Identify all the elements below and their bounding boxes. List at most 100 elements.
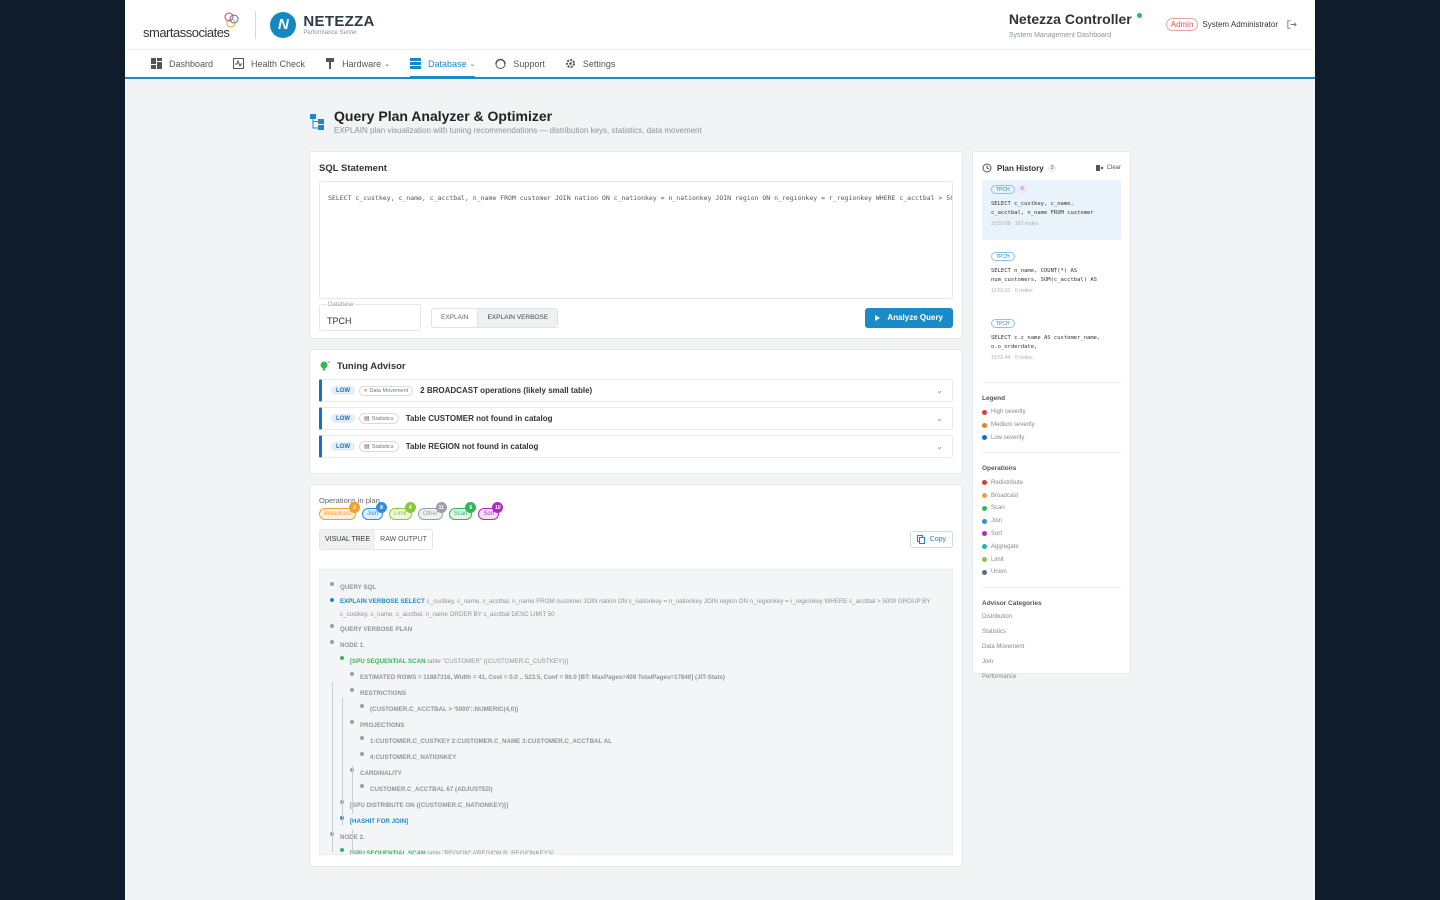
tab-raw-output[interactable]: RAW OUTPUT xyxy=(375,530,432,549)
plan-tree-node[interactable]: [SPU SEQUENTIAL SCAN table "REGION" {(RE… xyxy=(330,845,942,854)
plan-tree-node[interactable]: ESTIMATED ROWS = 11887316, Width = 41, C… xyxy=(330,669,942,685)
advice-item[interactable]: LOW ▤ Statistics Table REGION not found i… xyxy=(319,435,953,458)
operation-legend-item: Union xyxy=(982,566,1121,579)
plan-tree-node[interactable]: [SPU SEQUENTIAL SCAN table "CUSTOMER" {(… xyxy=(330,653,942,669)
history-item[interactable]: TPCH SELECT c.c_name AS customer_name, o.o… xyxy=(982,314,1121,374)
operation-legend-item: Broadcast xyxy=(982,489,1121,502)
smartassociates-logo[interactable]: smartassociates xyxy=(143,10,241,40)
history-sql-line: SELECT n_name, COUNT(*) AS xyxy=(991,268,1078,274)
tab-visual-tree[interactable]: VISUAL TREE xyxy=(320,530,376,549)
history-item[interactable]: TPCH V SELECT c_custkey, c_name, c_acctbal,… xyxy=(982,180,1121,240)
tree-connector xyxy=(332,682,333,852)
op-count-badge: 6 xyxy=(465,502,477,513)
database-select[interactable]: Database TPCH xyxy=(319,302,421,331)
netezza-logo-icon[interactable]: N xyxy=(270,11,297,38)
plan-node-label: EXPLAIN VERBOSE SELECT xyxy=(340,598,425,605)
plan-tree-node[interactable]: [HASHIT FOR JOIN] xyxy=(330,813,942,829)
logout-icon[interactable] xyxy=(1286,19,1297,30)
operation-legend-label: Join xyxy=(991,518,1003,525)
nav-dashboard-label: Dashboard xyxy=(169,58,214,69)
nav-support[interactable]: Support xyxy=(495,50,545,77)
history-item[interactable]: TPCH SELECT n_name, COUNT(*) AS num_custom… xyxy=(982,247,1121,307)
plan-tree-node[interactable]: NODE 1. xyxy=(330,637,942,653)
statistics-icon: ▤ xyxy=(364,444,370,450)
plan-node-text: [SPU DISTRIBUTE ON {(CUSTOMER.C_NATIONKE… xyxy=(350,802,508,809)
partner-logo-mark-icon xyxy=(224,12,239,27)
legend-list: High severity Medium severity Low severity xyxy=(982,406,1121,444)
database-select-value: TPCH xyxy=(327,316,352,326)
tree-connector xyxy=(352,830,353,854)
nav-hardware[interactable]: Hardware ⌄ xyxy=(325,50,390,77)
product-subtitle: Performance Server xyxy=(303,30,358,36)
chevron-down-icon[interactable]: ⌄ xyxy=(936,442,943,451)
advice-item[interactable]: LOW ▤ Statistics Table CUSTOMER not found… xyxy=(319,407,953,430)
node-bullet-icon xyxy=(350,688,354,692)
nav-dashboard[interactable]: Dashboard xyxy=(151,50,213,77)
plan-node-text: QUERY SQL xyxy=(340,584,376,591)
plan-tree-node[interactable]: EXPLAIN VERBOSE SELECT c_custkey, c_name… xyxy=(330,595,942,621)
plan-tree-node[interactable]: (CUSTOMER.C_ACCTBAL > '5000'::NUMERIC(4,… xyxy=(330,701,942,717)
legend-dot-icon xyxy=(982,422,987,428)
plan-node-label: NODE 1. xyxy=(340,641,365,649)
chevron-down-icon[interactable]: ⌄ xyxy=(936,414,943,423)
plan-node-text: CUSTOMER.C_ACCTBAL 67 (ADJUSTED) xyxy=(370,786,493,793)
legend-dot-icon xyxy=(982,557,987,563)
history-meta: 10:52:44 · 0 nodes xyxy=(991,355,1033,361)
node-bullet-icon xyxy=(330,598,334,602)
operation-legend-label: Union xyxy=(991,569,1007,576)
op-badge-sort[interactable]: Sort 10 xyxy=(478,502,504,520)
category-label: Data Movement xyxy=(369,387,409,394)
sidebar-divider xyxy=(982,452,1121,454)
plan-node-label: QUERY SQL xyxy=(340,583,377,591)
plan-tree-node[interactable]: QUERY SQL xyxy=(330,579,942,595)
plan-tree-node[interactable]: [SPU DISTRIBUTE ON {(CUSTOMER.C_NATIONKE… xyxy=(330,797,942,813)
plan-tree: QUERY SQL EXPLAIN VERBOSE SELECT c_custke… xyxy=(319,569,953,855)
chevron-down-icon[interactable]: ⌄ xyxy=(936,386,943,395)
advisor-category-item[interactable]: Statistics xyxy=(982,625,1121,640)
explain-button[interactable]: EXPLAIN xyxy=(432,309,477,327)
explain-mode-toggle: EXPLAIN EXPLAIN VERBOSE xyxy=(431,307,559,328)
analyze-query-button[interactable]: Analyze Query xyxy=(865,307,953,328)
plan-tree-node[interactable]: 4:CUSTOMER.C_NATIONKEY xyxy=(330,749,942,765)
op-badge-broadcast[interactable]: Broadcast 2 xyxy=(319,502,361,520)
plan-tree-node[interactable]: PROJECTIONS xyxy=(330,717,942,733)
history-sql-line: SELECT c_custkey, c_name, xyxy=(991,201,1074,207)
nav-health-check[interactable]: Health Check xyxy=(233,50,305,77)
op-badge-other[interactable]: Other 11 xyxy=(417,502,447,520)
plan-tree-node[interactable]: CUSTOMER.C_ACCTBAL 67 (ADJUSTED) xyxy=(330,781,942,797)
severity-badge: LOW xyxy=(331,442,355,451)
plan-node-text: QUERY VERBOSE PLAN xyxy=(340,626,412,633)
nav-settings[interactable]: Settings xyxy=(565,50,615,77)
plan-node-text: (CUSTOMER.C_ACCTBAL > '5000'::NUMERIC(4,… xyxy=(370,706,518,713)
op-badge-label: Limit xyxy=(394,511,407,517)
user-name[interactable]: System Administrator xyxy=(1202,20,1278,29)
advisor-category-item[interactable]: Performance xyxy=(982,670,1121,685)
plan-node-label: (CUSTOMER.C_ACCTBAL > '5000'::NUMERIC(4,… xyxy=(370,705,519,713)
plan-tree-node[interactable]: QUERY VERBOSE PLAN xyxy=(330,621,942,637)
plan-tree-node[interactable]: CARDINALITY xyxy=(330,765,942,781)
clear-history-button[interactable]: Clear xyxy=(1095,164,1121,172)
plan-tree-node[interactable]: RESTRICTIONS xyxy=(330,685,942,701)
op-badge-join[interactable]: Join 8 xyxy=(362,502,388,520)
copy-button[interactable]: Copy xyxy=(909,531,953,548)
advisor-category-item[interactable]: Join xyxy=(982,655,1121,670)
op-badge-limit[interactable]: Limit 4 xyxy=(389,502,416,520)
plan-node-label: CARDINALITY xyxy=(360,769,402,777)
explain-verbose-button[interactable]: EXPLAIN VERBOSE xyxy=(477,308,558,327)
operation-legend-item: Aggregate xyxy=(982,540,1121,553)
plan-view-tabs: VISUAL TREE RAW OUTPUT xyxy=(319,529,433,550)
plan-tree-node[interactable]: 1:CUSTOMER.C_CUSTKEY 2:CUSTOMER.C_NAME 3… xyxy=(330,733,942,749)
nav-database[interactable]: Database ⌄ xyxy=(409,50,476,79)
legend-item: High severity xyxy=(982,406,1121,419)
op-badge-scan[interactable]: Scan 6 xyxy=(448,502,477,520)
sql-input[interactable]: SELECT c_custkey, c_name, c_acctbal, n_n… xyxy=(319,181,953,299)
plan-node-label: [HASHIT FOR JOIN] xyxy=(350,817,409,825)
advisor-category-item[interactable]: Data Movement xyxy=(982,640,1121,655)
advice-item[interactable]: LOW » Data Movement 2 BROADCAST operation… xyxy=(319,379,953,402)
top-bar: smartassociates N NETEZZA Performance Se… xyxy=(125,0,1315,50)
op-badge-label: Other xyxy=(422,511,438,517)
history-sql: SELECT n_name, COUNT(*) AS num_customers,… xyxy=(991,267,1112,285)
advisor-category-item[interactable]: Distribution xyxy=(982,610,1121,625)
plan-tree-node[interactable]: NODE 2. xyxy=(330,829,942,845)
op-badge-label: Broadcast xyxy=(324,511,352,517)
